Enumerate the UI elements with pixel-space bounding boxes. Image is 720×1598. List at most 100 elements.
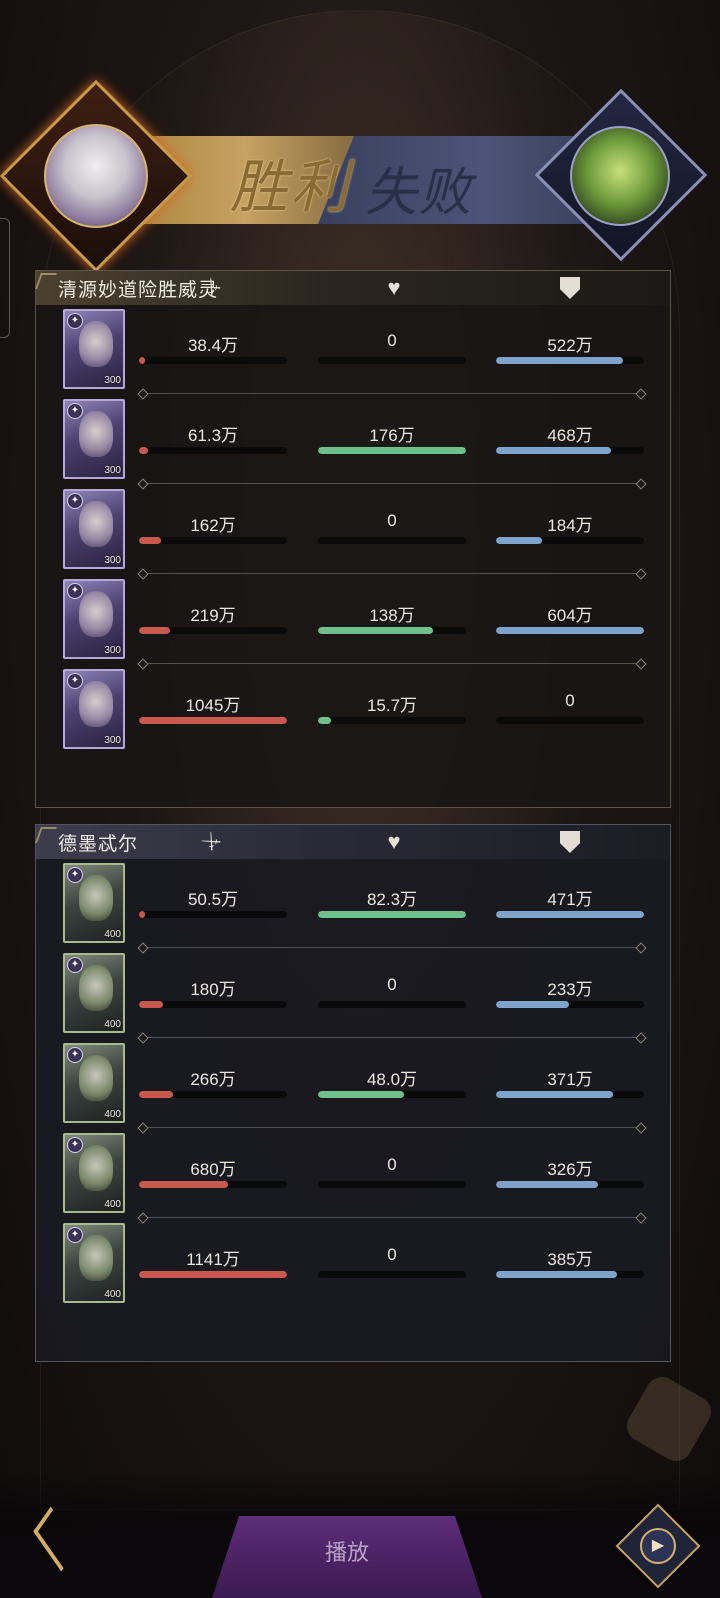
heal-bar	[318, 537, 466, 544]
heal-value: 0	[387, 511, 397, 530]
tank-stat: 468万	[496, 421, 644, 461]
element-badge-icon: ✦	[67, 1227, 83, 1243]
heart-icon: ♥	[387, 275, 401, 300]
damage-value: 1141万	[186, 1250, 240, 1269]
bottom-bar: 播放 ▶	[0, 1470, 720, 1598]
hero-card[interactable]: ✦ 400	[63, 1043, 125, 1123]
hero-card[interactable]: ✦ 300	[63, 669, 125, 749]
tank-bar	[496, 357, 644, 364]
tank-stat: 385万	[496, 1245, 644, 1285]
tank-stat: 471万	[496, 885, 644, 925]
heal-bar-fill	[318, 447, 466, 454]
victory-text: 胜利	[230, 153, 351, 221]
tank-bar-fill	[496, 627, 644, 634]
hero-row: ✦ 300 1045万 15.7万 0	[36, 665, 672, 755]
damage-bar-fill	[139, 1181, 228, 1188]
row-divider	[141, 1217, 643, 1218]
heal-value: 0	[387, 975, 397, 994]
row-divider	[141, 483, 643, 484]
tank-value: 0	[565, 691, 575, 710]
heal-value: 48.0万	[366, 1070, 418, 1089]
heal-bar-fill	[318, 1091, 404, 1098]
tank-stat: 0	[496, 691, 644, 731]
team-panel-header: 德墨忒尔 ⚔ ♥	[35, 825, 670, 859]
hero-card[interactable]: ✦ 400	[63, 953, 125, 1033]
tank-bar	[496, 447, 644, 454]
play-button[interactable]: 播放	[212, 1516, 482, 1598]
team-panel-header: 清源妙道险胜威灵 ⚔ ♥	[35, 271, 670, 305]
hero-card[interactable]: ✦ 400	[63, 863, 125, 943]
tank-stat: 184万	[496, 511, 644, 551]
heal-bar-fill	[318, 627, 434, 634]
heal-bar	[318, 1181, 466, 1188]
tank-bar	[496, 911, 644, 918]
heal-value: 82.3万	[366, 890, 418, 909]
opponent-avatar[interactable]	[570, 126, 670, 226]
tank-value: 326万	[547, 1160, 593, 1179]
tank-bar-fill	[496, 1181, 599, 1188]
damage-stat: 162万	[139, 511, 287, 551]
hero-row: ✦ 300 38.4万 0 522万	[36, 305, 672, 395]
damage-bar	[139, 537, 287, 544]
tank-stat: 604万	[496, 601, 644, 641]
defeat-text: 失败	[365, 163, 474, 223]
damage-bar-fill	[139, 357, 145, 364]
hero-level: 400	[104, 1109, 121, 1120]
damage-bar-fill	[139, 627, 171, 634]
damage-bar-fill	[139, 1001, 163, 1008]
damage-stat: 1141万	[139, 1245, 287, 1285]
tank-bar-fill	[496, 447, 612, 454]
tank-bar-fill	[496, 1271, 618, 1278]
hero-level: 300	[104, 375, 121, 386]
tank-bar-fill	[496, 537, 542, 544]
tank-bar-fill	[496, 357, 624, 364]
hero-level: 300	[104, 555, 121, 566]
hero-card[interactable]: ✦ 400	[63, 1223, 125, 1303]
back-arrow-icon	[33, 1506, 79, 1572]
corner-ornament	[35, 827, 57, 843]
damage-stat: 219万	[139, 601, 287, 641]
heal-value: 0	[387, 331, 397, 350]
hero-portrait	[79, 1145, 113, 1191]
hero-portrait	[79, 1235, 113, 1281]
damage-bar	[139, 447, 287, 454]
damage-value: 180万	[190, 980, 236, 999]
heal-bar	[318, 627, 466, 634]
heal-bar	[318, 911, 466, 918]
heal-stat: 82.3万	[318, 885, 466, 925]
hero-level: 400	[104, 1199, 121, 1210]
shield-icon	[558, 830, 582, 854]
heal-value: 0	[387, 1155, 397, 1174]
tank-bar-fill	[496, 1091, 613, 1098]
heal-value: 176万	[369, 426, 415, 445]
hero-row: ✦ 300 219万 138万 604万	[36, 575, 672, 665]
row-divider	[141, 393, 643, 394]
damage-bar	[139, 357, 287, 364]
heal-bar	[318, 717, 466, 724]
element-badge-icon: ✦	[67, 493, 83, 509]
tank-value: 233万	[547, 980, 593, 999]
hero-card[interactable]: ✦ 300	[63, 489, 125, 569]
hero-card[interactable]: ✦ 300	[63, 399, 125, 479]
row-divider	[141, 573, 643, 574]
row-divider	[141, 1037, 643, 1038]
replay-icon[interactable]: ▶	[640, 1528, 676, 1564]
damage-bar-fill	[139, 1091, 174, 1098]
hero-card[interactable]: ✦ 400	[63, 1133, 125, 1213]
hero-card[interactable]: ✦ 300	[63, 309, 125, 389]
heal-stat: 0	[318, 1245, 466, 1285]
damage-value: 162万	[190, 516, 236, 535]
damage-value: 266万	[190, 1070, 236, 1089]
tank-value: 522万	[547, 336, 593, 355]
hero-row: ✦ 400 180万 0 233万	[36, 949, 672, 1039]
tank-bar	[496, 1091, 644, 1098]
heal-bar	[318, 447, 466, 454]
hero-row: ✦ 400 266万 48.0万 371万	[36, 1039, 672, 1129]
hero-card[interactable]: ✦ 300	[63, 579, 125, 659]
damage-bar	[139, 1001, 287, 1008]
corner-ornament	[35, 273, 57, 289]
player-avatar[interactable]	[44, 124, 148, 228]
back-button[interactable]	[32, 1506, 102, 1572]
tank-stat: 371万	[496, 1065, 644, 1105]
element-badge-icon: ✦	[67, 1047, 83, 1063]
